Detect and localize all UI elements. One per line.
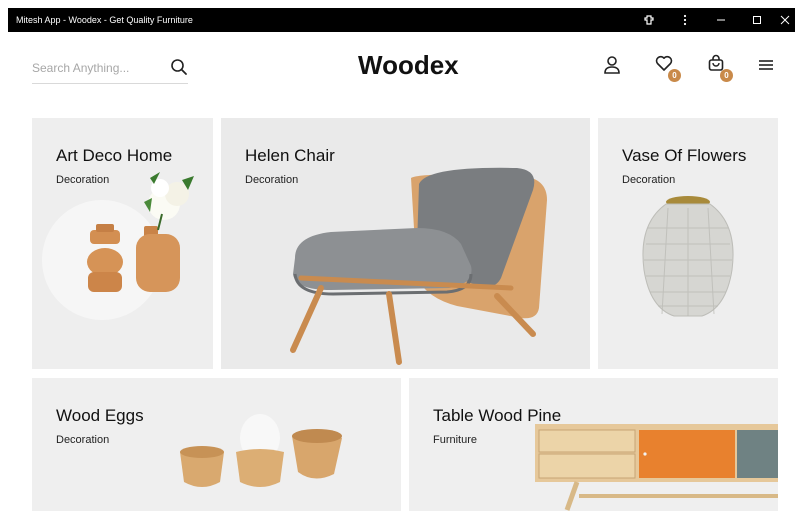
cart-button[interactable]: 0 <box>705 54 733 82</box>
cart-count-badge: 0 <box>720 69 733 82</box>
wishlist-count-badge: 0 <box>668 69 681 82</box>
product-category: Decoration <box>622 174 676 186</box>
product-card-helen-chair[interactable]: Helen Chair Decoration <box>221 118 590 369</box>
wooden-vases-image <box>42 172 194 320</box>
ceramic-vase-image <box>642 196 734 317</box>
user-icon[interactable] <box>601 54 623 76</box>
site-header: Woodex 0 0 <box>8 32 795 110</box>
product-title: Art Deco Home <box>56 146 173 165</box>
product-category: Decoration <box>56 434 110 446</box>
minimize-button[interactable] <box>703 8 739 32</box>
product-card-table-wood-pine[interactable]: Table Wood Pine Furniture <box>409 378 778 511</box>
wood-egg-cups-image <box>180 414 342 487</box>
wishlist-button[interactable]: 0 <box>653 54 681 82</box>
window-titlebar: Mitesh App - Woodex - Get Quality Furnit… <box>8 8 795 32</box>
search-bar <box>32 52 188 84</box>
search-input[interactable] <box>32 60 152 75</box>
product-card-wood-eggs[interactable]: Wood Eggs Decoration <box>32 378 401 511</box>
sideboard-image <box>535 424 778 511</box>
menu-icon[interactable] <box>755 54 777 76</box>
window-title: Mitesh App - Woodex - Get Quality Furnit… <box>16 15 193 25</box>
search-icon[interactable] <box>170 58 188 81</box>
product-title: Vase Of Flowers <box>622 146 747 165</box>
maximize-button[interactable] <box>739 8 775 32</box>
product-category: Furniture <box>433 434 478 446</box>
extension-icon[interactable] <box>631 8 667 32</box>
brand-logo[interactable]: Woodex <box>358 50 459 81</box>
chair-image <box>290 167 547 365</box>
close-button[interactable] <box>775 8 795 32</box>
more-options-icon[interactable] <box>667 8 703 32</box>
product-card-vase-of-flowers[interactable]: Vase Of Flowers Decoration <box>598 118 778 369</box>
header-actions: 0 0 <box>601 54 777 82</box>
product-title: Wood Eggs <box>56 406 144 425</box>
product-card-art-deco-home[interactable]: Art Deco Home Decoration <box>32 118 213 369</box>
